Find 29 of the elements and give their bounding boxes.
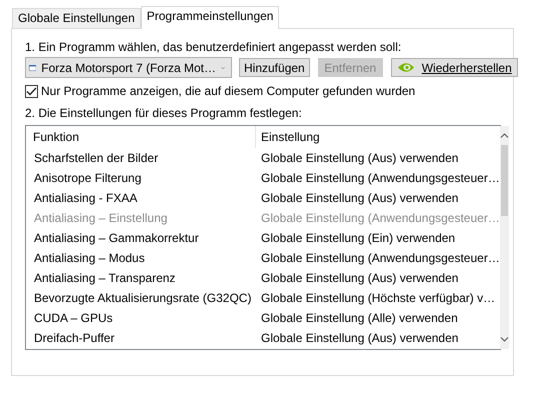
table-cell[interactable]: Globale Einstellung (Alle) verwenden: [257, 311, 458, 325]
table-cell[interactable]: Globale Einstellung (Ein) verwenden: [257, 231, 456, 245]
tab[interactable]: Globale Einstellungen: [12, 8, 141, 28]
step-label: 1. Ein Programm wählen, das benutzerdefiniert angepasst werden soll:: [25, 39, 402, 55]
tab[interactable]: Programmeinstellungen: [140, 6, 280, 29]
table-cell[interactable]: Antialiasing – Gammakorrektur: [26, 231, 257, 245]
table-cell[interactable]: Globale Einstellung (Aus) verwenden: [257, 151, 458, 165]
button[interactable]: Hinzufügen: [239, 58, 310, 77]
dropdown-value: Forza Motorsport 7 (Forza Mot…: [41, 60, 216, 74]
checkbox-label: Nur Programme anzeigen, die auf diesem Computer gefunden wurden: [41, 84, 416, 98]
table-cell[interactable]: Globale Einstellung (Aus) verwenden: [257, 331, 458, 345]
table-cell[interactable]: CUDA – GPUs: [26, 311, 257, 325]
table-cell[interactable]: Globale Einstellung (Aus) verwenden: [257, 271, 458, 285]
table-cell[interactable]: Globale Einstellung (Anwendungsgesteuer…: [257, 251, 500, 265]
table-cell[interactable]: Dreifach-Puffer: [26, 331, 257, 345]
table-cell[interactable]: Antialiasing – Transparenz: [26, 271, 257, 285]
table-cell[interactable]: Globale Einstellung (Höchste verfügbar) v…: [257, 291, 496, 305]
table-cell[interactable]: Globale Einstellung (Aus) verwenden: [257, 191, 458, 205]
step-label: 2. Die Einstellungen für dieses Programm festlegen:: [25, 105, 303, 121]
button[interactable]: Wiederherstellen: [390, 58, 518, 77]
table-cell[interactable]: Bevorzugte Aktualisierungsrate (G32QC): [26, 291, 257, 305]
table-cell[interactable]: Anisotrope Filterung: [26, 171, 257, 185]
column-header[interactable]: Einstellung: [256, 126, 481, 148]
column-header[interactable]: Funktion: [26, 126, 256, 148]
program-dropdown[interactable]: Forza Motorsport 7 (Forza Mot…: [25, 57, 232, 78]
table-cell[interactable]: Antialiasing - FXAA: [26, 191, 257, 205]
table-cell[interactable]: Antialiasing – Modus: [26, 251, 257, 265]
table-cell[interactable]: Scharfstellen der Bilder: [26, 151, 257, 165]
table-cell[interactable]: Globale Einstellung (Anwendungsgesteuer…: [257, 171, 500, 185]
